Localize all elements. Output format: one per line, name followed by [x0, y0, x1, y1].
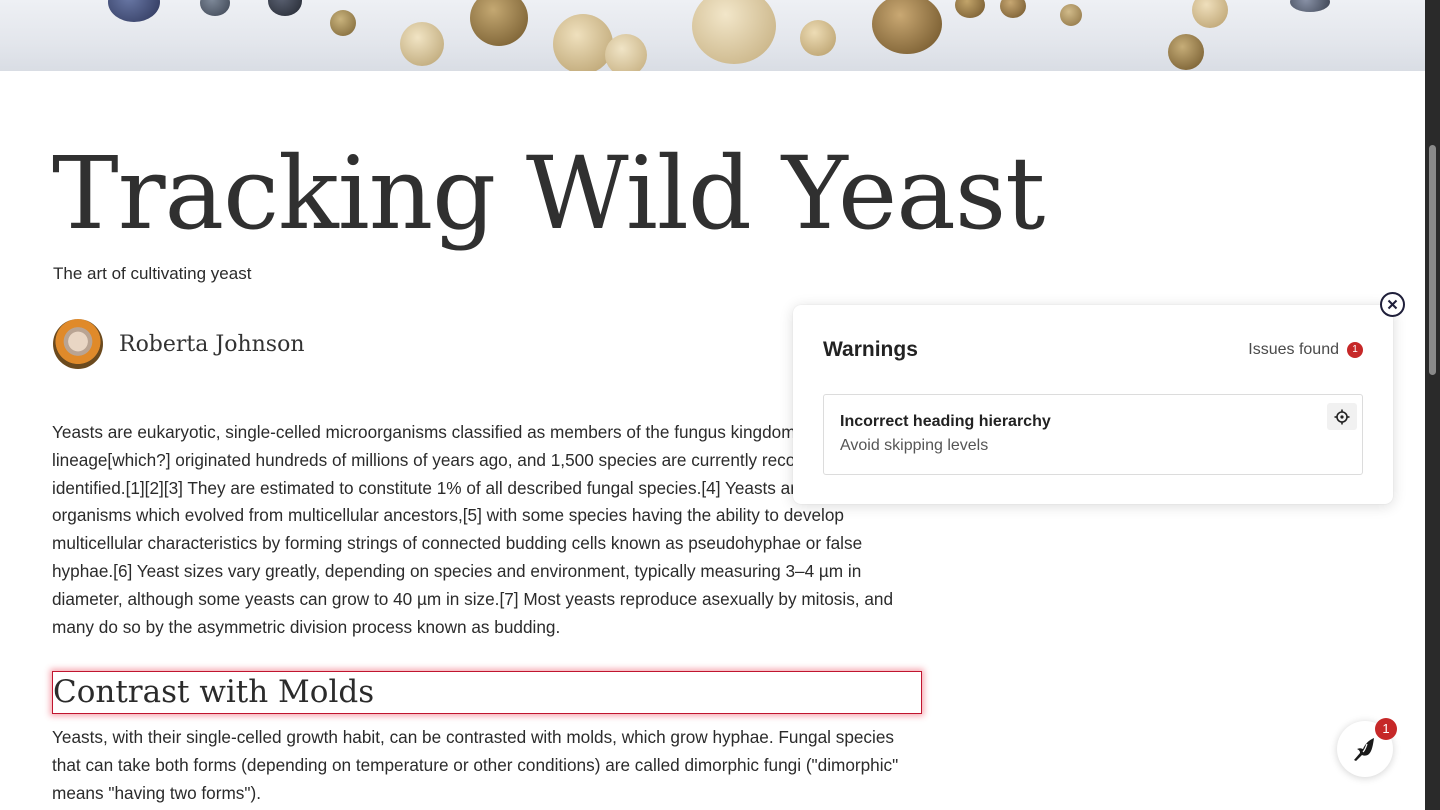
hero-ball — [1060, 4, 1082, 26]
hero-ball — [1168, 34, 1204, 70]
bird-icon — [1354, 738, 1374, 761]
hero-ball — [605, 34, 647, 71]
locate-issue-button[interactable] — [1327, 403, 1357, 430]
crosshair-icon — [1334, 409, 1350, 424]
hero-ball — [268, 0, 302, 16]
hero-ball — [1192, 0, 1228, 28]
page-title: Tracking Wild Yeast — [52, 135, 1045, 252]
hero-image — [0, 0, 1425, 71]
issues-count-badge: 1 — [1347, 342, 1363, 358]
hero-ball — [692, 0, 776, 64]
warnings-panel: Warnings Issues found 1 Incorrect headin… — [793, 305, 1393, 504]
avatar — [53, 319, 103, 369]
hero-ball — [1000, 0, 1026, 18]
issues-found-label: Issues found — [1248, 341, 1339, 358]
paragraph-contrast: Yeasts, with their single-celled growth … — [52, 727, 899, 803]
author-name: Roberta Johnson — [119, 331, 305, 357]
hero-ball — [200, 0, 230, 16]
issue-description: Avoid skipping levels — [840, 437, 989, 454]
hero-ball — [553, 14, 613, 71]
hero-ball — [955, 0, 985, 18]
hero-ball — [872, 0, 942, 54]
close-panel-button[interactable] — [1380, 292, 1405, 317]
issues-found-indicator: Issues found 1 — [1248, 341, 1363, 359]
hero-ball — [330, 10, 356, 36]
hero-ball — [800, 20, 836, 56]
close-icon — [1387, 299, 1398, 310]
hero-ball — [400, 22, 444, 66]
hero-ball — [1290, 0, 1330, 12]
section-heading-highlighted: Contrast with Molds — [52, 671, 922, 714]
warnings-title: Warnings — [823, 338, 918, 361]
author-byline: Roberta Johnson — [53, 319, 305, 369]
issue-title: Incorrect heading hierarchy — [840, 413, 1051, 430]
hero-ball — [108, 0, 160, 22]
notification-badge: 1 — [1375, 718, 1397, 740]
scrollbar-thumb[interactable] — [1429, 145, 1436, 375]
page-scrollbar[interactable] — [1425, 0, 1440, 810]
page-subtitle: The art of cultivating yeast — [53, 264, 252, 283]
hero-ball — [470, 0, 528, 46]
issue-card[interactable]: Incorrect heading hierarchy Avoid skippi… — [823, 394, 1363, 475]
